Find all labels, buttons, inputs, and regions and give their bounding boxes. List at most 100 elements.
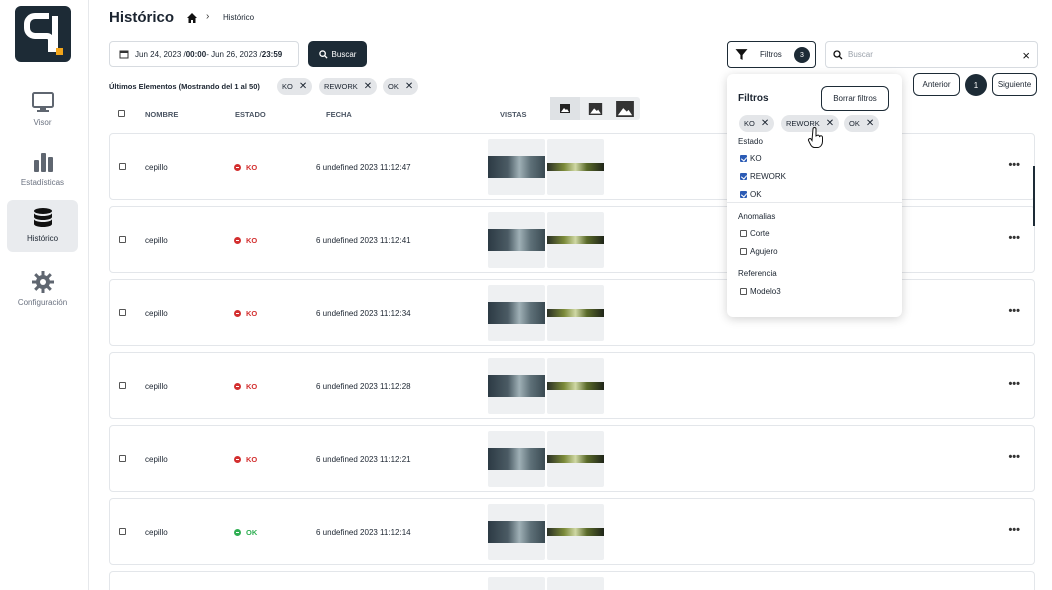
- filter-option-rework[interactable]: REWORK: [740, 172, 786, 181]
- home-icon[interactable]: [186, 12, 198, 24]
- remove-chip-icon[interactable]: ✕: [364, 81, 372, 92]
- row-menu-icon[interactable]: •••: [1008, 159, 1020, 171]
- status-badge: KO: [234, 455, 257, 464]
- status-badge: KO: [234, 382, 257, 391]
- app-logo[interactable]: [15, 6, 71, 62]
- thumb-size-large-button[interactable]: [610, 97, 640, 120]
- checkbox[interactable]: [740, 191, 747, 198]
- view-thumbnail[interactable]: [547, 139, 604, 195]
- checkbox[interactable]: [740, 230, 747, 237]
- row-checkbox[interactable]: [119, 528, 126, 535]
- status-label: KO: [246, 309, 258, 318]
- view-thumbnail[interactable]: [488, 358, 545, 414]
- checkbox[interactable]: [740, 288, 747, 295]
- status-ko-icon: [234, 456, 241, 463]
- row-date: 6 undefined 2023 11:12:47: [316, 163, 411, 172]
- filtros-button[interactable]: Filtros 3: [727, 41, 816, 68]
- row-menu-icon[interactable]: •••: [1008, 305, 1020, 317]
- anterior-button[interactable]: Anterior: [913, 73, 960, 96]
- row-menu-icon[interactable]: •••: [1008, 524, 1020, 536]
- checkbox[interactable]: [740, 248, 747, 255]
- filter-option-agujero[interactable]: Agujero: [740, 247, 778, 256]
- sidebar-item-historico[interactable]: Histórico: [7, 200, 78, 252]
- search-input[interactable]: Buscar: [848, 50, 873, 59]
- table-row[interactable]: cepillo KO 6 undefined 2023 11:12:21 •••: [109, 425, 1035, 492]
- view-image: [488, 375, 545, 397]
- borrar-filtros-button[interactable]: Borrar filtros: [821, 86, 889, 111]
- filter-option-ok[interactable]: OK: [740, 190, 762, 199]
- remove-chip-icon[interactable]: ✕: [405, 81, 413, 92]
- view-thumbnail[interactable]: [547, 504, 604, 560]
- row-checkbox[interactable]: [119, 309, 126, 316]
- buscar-button[interactable]: Buscar: [308, 41, 367, 67]
- view-image: [488, 448, 545, 470]
- option-label: KO: [750, 154, 762, 163]
- status-ko-icon: [234, 164, 241, 171]
- row-checkbox[interactable]: [119, 382, 126, 389]
- row-menu-icon[interactable]: •••: [1008, 378, 1020, 390]
- view-thumbnail[interactable]: [547, 285, 604, 341]
- remove-chip-icon[interactable]: ✕: [299, 81, 307, 92]
- row-date: 6 undefined 2023 11:12:14: [316, 528, 411, 537]
- view-image: [488, 521, 545, 543]
- remove-chip-icon[interactable]: ✕: [866, 118, 874, 129]
- column-header-nombre[interactable]: NOMBRE: [145, 110, 178, 119]
- view-thumbnail[interactable]: [488, 577, 545, 590]
- chip-label: KO: [744, 119, 755, 128]
- sidebar-item-estadisticas[interactable]: Estadísticas: [7, 144, 78, 196]
- divider: [727, 202, 902, 203]
- filter-option-ko[interactable]: KO: [740, 154, 762, 163]
- row-checkbox[interactable]: [119, 236, 126, 243]
- status-label: KO: [246, 163, 258, 172]
- checkbox[interactable]: [740, 173, 747, 180]
- view-image: [547, 455, 604, 463]
- row-menu-icon[interactable]: •••: [1008, 451, 1020, 463]
- date-range-picker[interactable]: Jun 24, 2023 / 00:00 - Jun 26, 2023 / 23…: [109, 41, 299, 67]
- view-thumbnail[interactable]: [547, 358, 604, 414]
- search-field[interactable]: Buscar ×: [825, 41, 1038, 68]
- remove-chip-icon[interactable]: ✕: [761, 118, 769, 129]
- row-menu-icon[interactable]: •••: [1008, 232, 1020, 244]
- filter-option-modelo3[interactable]: Modelo3: [740, 287, 781, 296]
- row-date: 6 undefined 2023 11:12:41: [316, 236, 411, 245]
- view-thumbnail[interactable]: [488, 504, 545, 560]
- siguiente-button[interactable]: Siguiente: [992, 73, 1037, 96]
- status-label: KO: [246, 236, 258, 245]
- active-filter-chip: KO ✕: [277, 78, 313, 95]
- column-header-estado[interactable]: ESTADO: [235, 110, 266, 119]
- breadcrumb-current: Histórico: [223, 13, 255, 22]
- view-thumbnail[interactable]: [488, 212, 545, 268]
- chip-label: REWORK: [324, 82, 358, 91]
- current-page-badge[interactable]: 1: [965, 74, 987, 96]
- view-image: [547, 528, 604, 536]
- table-row[interactable]: cepillo KO 6 undefined 2023 11:12:28 •••: [109, 352, 1035, 419]
- view-thumbnail[interactable]: [547, 431, 604, 487]
- table-row[interactable]: [109, 571, 1035, 590]
- clear-search-icon[interactable]: ×: [1022, 48, 1030, 63]
- select-all-checkbox[interactable]: [118, 110, 125, 117]
- filter-icon: [735, 49, 748, 60]
- sidebar-item-visor[interactable]: Visor: [7, 84, 78, 136]
- row-name: cepillo: [145, 528, 168, 537]
- view-thumbnail[interactable]: [488, 431, 545, 487]
- view-thumbnail[interactable]: [547, 212, 604, 268]
- view-thumbnail[interactable]: [488, 139, 545, 195]
- column-header-fecha[interactable]: FECHA: [326, 110, 352, 119]
- status-label: KO: [246, 455, 258, 464]
- sidebar-item-configuracion[interactable]: Configuración: [7, 264, 78, 316]
- remove-chip-icon[interactable]: ✕: [826, 118, 834, 129]
- thumb-size-small-button[interactable]: [550, 97, 580, 120]
- row-checkbox[interactable]: [119, 163, 126, 170]
- row-name: cepillo: [145, 455, 168, 464]
- thumb-size-medium-button[interactable]: [580, 97, 610, 120]
- checkbox[interactable]: [740, 155, 747, 162]
- filter-option-corte[interactable]: Corte: [740, 229, 770, 238]
- row-checkbox[interactable]: [119, 455, 126, 462]
- active-filter-chip: REWORK ✕: [319, 78, 378, 95]
- row-name: cepillo: [145, 382, 168, 391]
- view-thumbnail[interactable]: [547, 577, 604, 590]
- date-range-start: Jun 24, 2023 /: [135, 49, 186, 59]
- scrollbar-thumb[interactable]: [1033, 166, 1035, 226]
- view-thumbnail[interactable]: [488, 285, 545, 341]
- table-row[interactable]: cepillo OK 6 undefined 2023 11:12:14 •••: [109, 498, 1035, 565]
